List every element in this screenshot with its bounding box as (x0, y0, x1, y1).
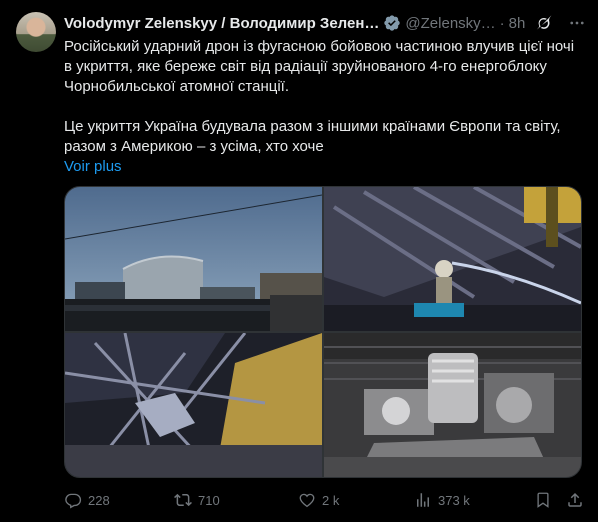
separator-dot: · (499, 14, 505, 32)
like-icon (299, 493, 315, 508)
tweet-paragraph-2: Це укриття Україна будувала разом з інши… (64, 118, 561, 155)
show-more-link[interactable]: Voir plus (64, 158, 122, 175)
photo-shelter-exterior[interactable] (65, 187, 322, 331)
tweet[interactable]: Volodymyr Zelenskyy / Володимир Зелен… @… (0, 0, 598, 522)
display-name[interactable]: Volodymyr Zelenskyy / Володимир Зелен… (64, 15, 379, 32)
timestamp[interactable]: 8h (509, 15, 526, 32)
bookmark-icon (537, 492, 549, 508)
repost-icon (174, 493, 192, 507)
reply-count: 228 (88, 492, 110, 508)
photo-drone-engine[interactable] (324, 333, 581, 477)
action-bar: 228 710 2 k 373 k (64, 488, 584, 512)
tweet-text: Російський ударний дрон із фугасною бойо… (64, 37, 584, 177)
tweet-header: Volodymyr Zelenskyy / Володимир Зелен… @… (64, 12, 586, 34)
tweet-paragraph-1: Російський ударний дрон із фугасною бойо… (64, 38, 575, 95)
like-count: 2 k (322, 492, 340, 508)
media-grid (64, 186, 582, 478)
views-button[interactable]: 373 k (414, 491, 470, 509)
verified-badge-icon (384, 15, 401, 31)
grok-icon[interactable] (535, 14, 553, 32)
like-button[interactable]: 2 k (298, 491, 339, 509)
reply-button[interactable]: 228 (64, 491, 110, 509)
share-icon (568, 492, 582, 507)
handle[interactable]: @Zelensky… (405, 15, 495, 32)
repost-button[interactable]: 710 (174, 491, 220, 509)
views-count: 373 k (438, 492, 470, 508)
bookmark-button[interactable] (534, 491, 552, 509)
reply-icon (65, 493, 82, 509)
photo-firefighter[interactable] (324, 187, 581, 331)
repost-count: 710 (198, 492, 220, 508)
more-icon[interactable] (568, 14, 586, 32)
share-button[interactable] (566, 491, 584, 509)
photo-damage-interior[interactable] (65, 333, 322, 477)
views-icon (417, 493, 429, 507)
avatar[interactable] (16, 12, 56, 52)
